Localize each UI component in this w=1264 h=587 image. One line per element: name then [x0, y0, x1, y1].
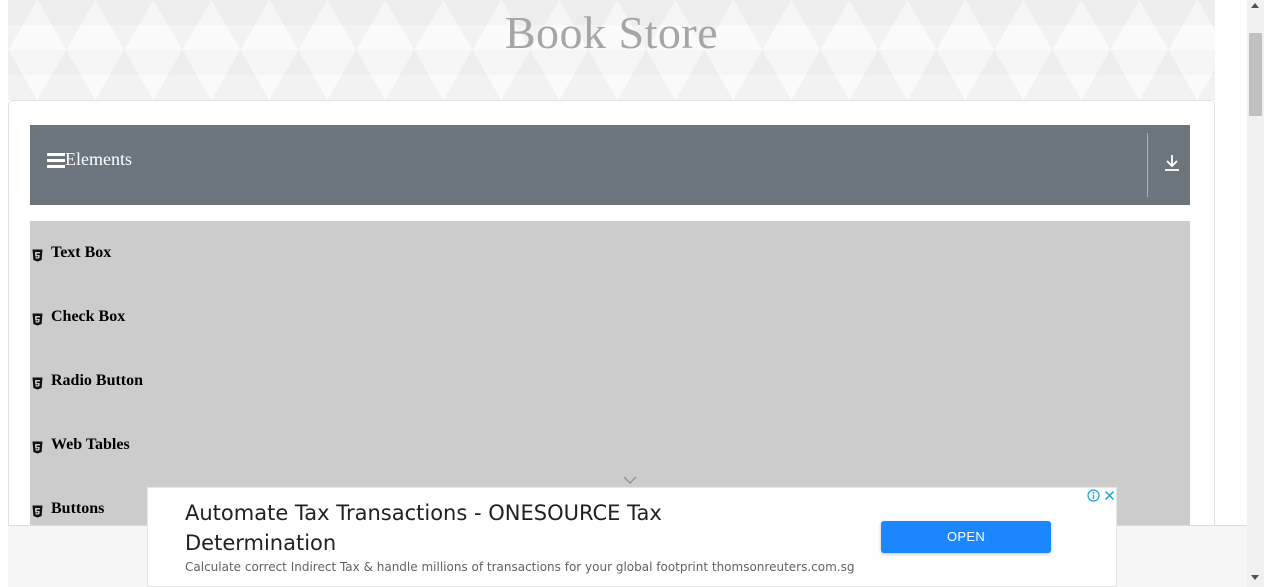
menu-item-label: Radio Button	[51, 372, 144, 389]
html5-icon	[32, 377, 43, 390]
menu-item-check-box[interactable]: Check Box	[30, 305, 1190, 345]
info-icon[interactable]	[1087, 489, 1100, 502]
scroll-down-arrow-icon[interactable]	[1251, 575, 1259, 580]
menu-item-radio-button[interactable]: Radio Button	[30, 369, 1190, 409]
html5-icon	[32, 505, 43, 518]
menu-item-label: Check Box	[51, 308, 126, 325]
menu-item-label: Buttons	[51, 500, 105, 517]
scroll-up-arrow-icon[interactable]	[1251, 3, 1259, 8]
ad-title[interactable]: Automate Tax Transactions - ONESOURCE Ta…	[185, 498, 745, 558]
vertical-scrollbar[interactable]	[1247, 0, 1264, 587]
page: Book Store Elements Text Box Check Box R…	[0, 0, 1247, 587]
group-title: Elements	[65, 149, 132, 169]
menu-item-web-tables[interactable]: Web Tables	[30, 433, 1190, 473]
html5-icon	[32, 249, 43, 262]
elements-group-header[interactable]: Elements	[30, 125, 1190, 205]
header-divider	[1147, 133, 1148, 197]
scrollbar-thumb[interactable]	[1249, 33, 1262, 116]
menu-item-text-box[interactable]: Text Box	[30, 241, 1190, 281]
chevron-down-icon[interactable]	[623, 476, 637, 484]
hamburger-icon	[47, 153, 65, 168]
banner: Book Store	[8, 0, 1215, 100]
ad-open-button[interactable]: OPEN	[881, 521, 1051, 553]
close-icon[interactable]	[1103, 489, 1116, 502]
menu-item-label: Text Box	[51, 244, 112, 261]
ad-description: Calculate correct Indirect Tax & handle …	[185, 560, 855, 574]
menu-item-label: Web Tables	[51, 436, 130, 453]
ad-banner[interactable]: Automate Tax Transactions - ONESOURCE Ta…	[147, 487, 1117, 587]
page-title: Book Store	[504, 7, 719, 58]
html5-icon	[32, 313, 43, 326]
download-icon[interactable]	[1163, 153, 1181, 173]
html5-icon	[32, 441, 43, 454]
